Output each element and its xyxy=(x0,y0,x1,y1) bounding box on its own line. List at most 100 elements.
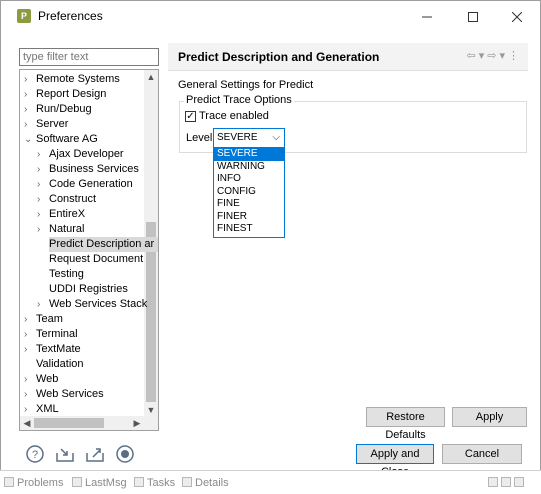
cancel-button[interactable]: Cancel xyxy=(442,444,522,464)
level-option[interactable]: FINE xyxy=(214,198,284,211)
tree-item[interactable]: › XML xyxy=(24,402,59,417)
level-option[interactable]: CONFIG xyxy=(214,186,284,199)
status-icons xyxy=(488,477,527,489)
level-option[interactable]: FINEST xyxy=(214,223,284,236)
maximize-button[interactable] xyxy=(450,1,496,33)
tree-item[interactable]: › Report Design xyxy=(24,87,106,102)
scroll-down-icon[interactable]: ▼ xyxy=(144,403,158,417)
chevron-right-icon[interactable]: › xyxy=(37,222,49,237)
filter-input[interactable] xyxy=(19,48,159,66)
export-icon[interactable] xyxy=(85,444,105,464)
bottom-toolbar: ? xyxy=(25,444,135,464)
status-icon[interactable] xyxy=(514,477,524,487)
chevron-right-icon[interactable]: › xyxy=(37,162,49,177)
back-icon[interactable]: ⇦▾ xyxy=(467,50,488,62)
forward-icon[interactable]: ⇨▾ xyxy=(487,50,508,62)
preference-tree[interactable]: ▲ ▼ ◀ ▶ › Remote Systems › Report Design › Ru… xyxy=(19,69,159,431)
tree-item[interactable]: ⌄ Software AG xyxy=(24,132,98,147)
tree-item[interactable]: UDDI Registries xyxy=(37,282,128,297)
tree-item-label: Testing xyxy=(49,268,84,280)
tree-item-label: Natural xyxy=(49,223,85,235)
tree-item-label: TextMate xyxy=(36,343,81,355)
apply-and-close-button[interactable]: Apply and Close xyxy=(356,444,434,478)
tree-item[interactable]: Predict Description ar xyxy=(49,237,158,252)
details-tab[interactable]: Details xyxy=(182,477,229,489)
scroll-up-icon[interactable]: ▲ xyxy=(144,70,158,84)
chevron-right-icon[interactable]: › xyxy=(37,177,49,192)
tasks-tab[interactable]: Tasks xyxy=(134,477,175,489)
tree-item[interactable]: Testing xyxy=(37,267,84,282)
tree-item[interactable]: › Web Services Stack xyxy=(37,297,147,312)
status-icon[interactable] xyxy=(488,477,498,487)
import-icon[interactable] xyxy=(55,444,75,464)
tree-item[interactable]: › Terminal xyxy=(24,327,78,342)
chevron-right-icon[interactable]: › xyxy=(37,207,49,222)
minimize-icon xyxy=(422,16,432,18)
scrollbar-thumb[interactable] xyxy=(34,418,104,428)
menu-icon[interactable]: ⋮ xyxy=(508,50,522,62)
tree-item[interactable]: › Run/Debug xyxy=(24,102,92,117)
lastmsg-tab-label: LastMsg xyxy=(85,477,127,489)
scroll-left-icon[interactable]: ◀ xyxy=(20,416,34,430)
level-option[interactable]: INFO xyxy=(214,173,284,186)
tree-item[interactable]: › EntireX xyxy=(37,207,85,222)
tree-item[interactable]: › Server xyxy=(24,117,68,132)
chevron-right-icon[interactable]: › xyxy=(24,327,36,342)
chevron-right-icon[interactable]: › xyxy=(24,87,36,102)
tree-item[interactable]: › TextMate xyxy=(24,342,81,357)
help-icon[interactable]: ? xyxy=(25,444,45,464)
level-select[interactable]: SEVERE ⌵ xyxy=(213,128,285,148)
chevron-right-icon[interactable]: › xyxy=(37,297,49,312)
tree-item[interactable]: Validation xyxy=(24,357,84,372)
chevron-down-icon[interactable]: ⌄ xyxy=(24,132,36,147)
tree-horizontal-scrollbar[interactable]: ◀ ▶ xyxy=(20,416,158,430)
close-button[interactable] xyxy=(494,1,540,33)
tree-item[interactable]: › Web xyxy=(24,372,58,387)
details-icon xyxy=(182,477,192,487)
app-icon: P xyxy=(17,9,31,23)
status-icon[interactable] xyxy=(501,477,511,487)
chevron-right-icon[interactable]: › xyxy=(24,402,36,417)
chevron-right-icon[interactable]: › xyxy=(37,147,49,162)
tree-item-label: Terminal xyxy=(36,328,78,340)
tree-item[interactable]: › Web Services xyxy=(24,387,104,402)
lastmsg-icon xyxy=(72,477,82,487)
chevron-right-icon[interactable]: › xyxy=(24,342,36,357)
chevron-right-icon[interactable]: › xyxy=(24,117,36,132)
tree-item[interactable]: › Construct xyxy=(37,192,96,207)
trace-enabled-label[interactable]: Trace enabled xyxy=(199,110,269,122)
tree-item[interactable]: Request Document xyxy=(37,252,143,267)
tree-item[interactable]: › Ajax Developer xyxy=(37,147,124,162)
tree-item[interactable]: › Team xyxy=(24,312,63,327)
tree-item[interactable]: › Code Generation xyxy=(37,177,133,192)
minimize-button[interactable] xyxy=(404,1,450,33)
level-dropdown-list[interactable]: SEVERE WARNING INFO CONFIG FINE FINER FINEST xyxy=(213,147,285,238)
record-icon[interactable] xyxy=(115,444,135,464)
level-option[interactable]: SEVERE xyxy=(214,148,284,161)
level-option[interactable]: WARNING xyxy=(214,161,284,174)
chevron-right-icon[interactable]: › xyxy=(24,72,36,87)
tree-item[interactable]: › Business Services xyxy=(37,162,139,177)
trace-enabled-checkbox[interactable]: ✓ xyxy=(185,111,196,122)
tree-item-label: Web Services xyxy=(36,388,104,400)
chevron-right-icon[interactable]: › xyxy=(24,387,36,402)
tree-item-label: Predict Description ar xyxy=(49,238,155,250)
lastmsg-tab[interactable]: LastMsg xyxy=(72,477,127,489)
level-label: Level xyxy=(186,132,213,144)
history-navigation: ⇦▾⇨▾⋮ xyxy=(467,49,523,62)
tree-item[interactable]: › Remote Systems xyxy=(24,72,120,87)
apply-button[interactable]: Apply xyxy=(452,407,527,427)
tree-item[interactable]: › Natural xyxy=(37,222,84,237)
svg-text:?: ? xyxy=(32,449,38,461)
chevron-right-icon[interactable]: › xyxy=(24,102,36,117)
tree-item-label: XML xyxy=(36,403,59,415)
chevron-right-icon[interactable]: › xyxy=(24,372,36,387)
chevron-right-icon[interactable]: › xyxy=(37,192,49,207)
scroll-right-icon[interactable]: ▶ xyxy=(130,416,144,430)
restore-defaults-button[interactable]: Restore Defaults xyxy=(366,407,445,441)
tree-item-label: UDDI Registries xyxy=(49,283,128,295)
tree-item-label: Team xyxy=(36,313,63,325)
level-option[interactable]: FINER xyxy=(214,211,284,224)
chevron-right-icon[interactable]: › xyxy=(24,312,36,327)
problems-tab[interactable]: Problems xyxy=(4,477,63,489)
